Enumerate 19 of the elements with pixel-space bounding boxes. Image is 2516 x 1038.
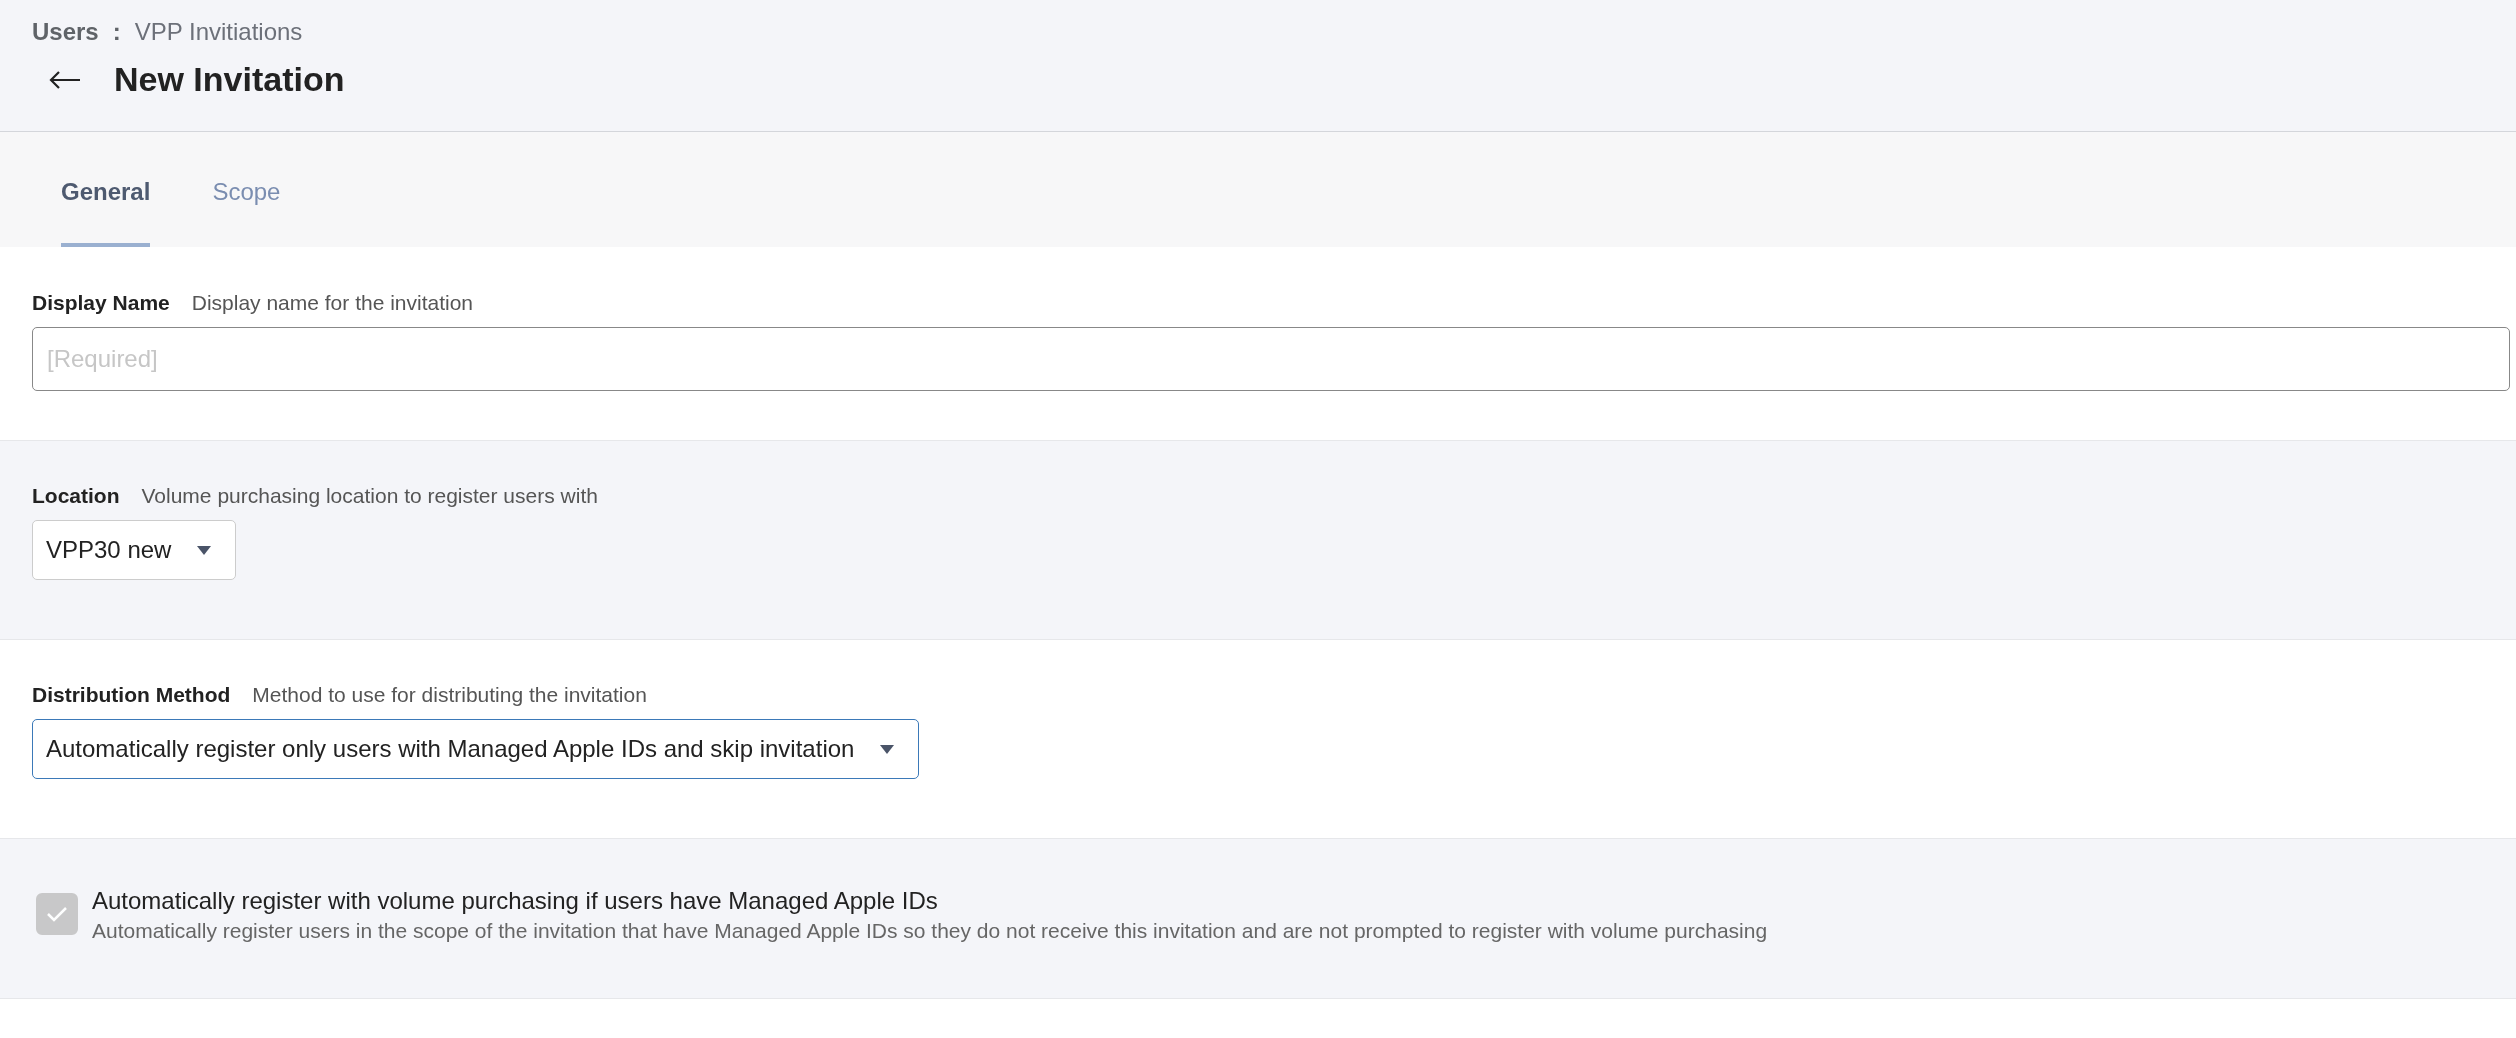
field-description: Volume purchasing location to register users with — [141, 484, 598, 508]
caret-icon — [197, 545, 212, 555]
field-label: Display Name — [32, 291, 170, 315]
caret-icon — [880, 744, 895, 754]
breadcrumb-separator: : — [112, 18, 121, 46]
text-input-field[interactable]: [Required] — [32, 327, 2510, 391]
checkbox-description: Automatically register users in the scope of the invitation that have Managed Apple IDs so they do not receive this invitation and are not prompted to register with volume purchasing — [92, 919, 1768, 943]
back-arrow-icon[interactable] — [48, 69, 82, 90]
breadcrumb-current: VPP Invitiations — [134, 18, 303, 46]
field-description: Display name for the invitation — [191, 291, 474, 315]
breadcrumb-link[interactable]: Users — [32, 18, 99, 46]
checkmark-icon — [45, 905, 69, 923]
field-label: Distribution Method — [32, 683, 231, 707]
field-description: Method to use for distributing the invitation — [252, 683, 647, 707]
page-title: New Invitation — [114, 60, 345, 99]
checkbox-label: Automatically register with volume purchasing if users have Managed Apple IDs — [92, 887, 939, 915]
field-label: Location — [32, 484, 120, 508]
dropdown[interactable]: VPP30 new — [32, 520, 237, 580]
dropdown[interactable]: Automatically register only users with Managed Apple IDs and skip invitation — [32, 719, 920, 779]
